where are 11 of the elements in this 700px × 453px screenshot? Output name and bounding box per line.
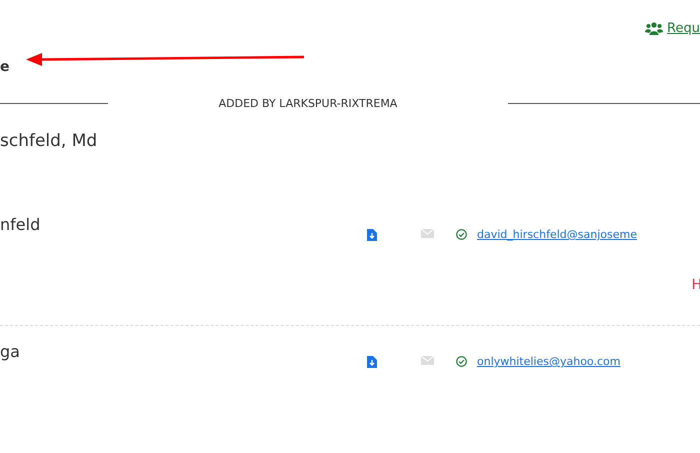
email-link[interactable]: david_hirschfeld@sanjoseme (477, 228, 637, 241)
contact-name: nfeld (0, 215, 42, 234)
group-title: schfeld, Md (0, 131, 98, 153)
contact-name: ga (0, 342, 21, 361)
page-heading: e (0, 59, 10, 75)
requests-link[interactable]: Requ (645, 21, 700, 36)
file-download-icon[interactable] (367, 229, 377, 241)
users-icon (645, 22, 664, 35)
file-download-icon[interactable] (367, 356, 377, 368)
email-link[interactable]: onlywhitelies@yahoo.com (477, 355, 620, 368)
section-label: ADDED BY LARKSPUR-RIXTREMA (218, 96, 398, 110)
